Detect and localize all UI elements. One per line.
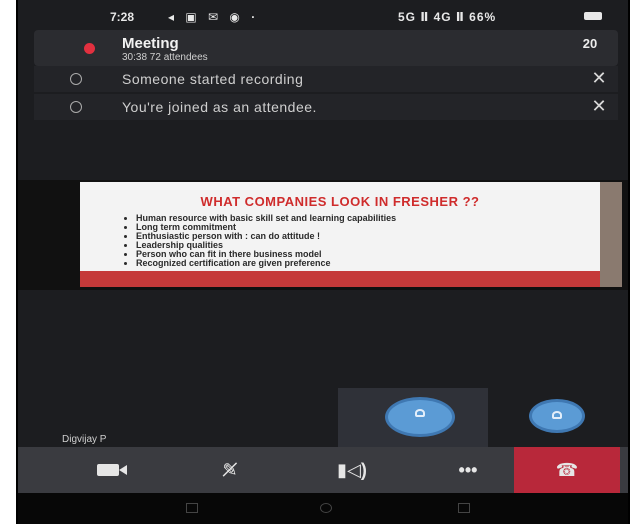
slide-bullet-list: Human resource with basic skill set and …: [126, 214, 556, 268]
phone-screen: 7:28 ◂ ▣ ✉ ◉ · 5G Ⅱ 4G Ⅱ 66% Meeting 30:…: [16, 0, 630, 524]
participant-tile[interactable]: [488, 388, 628, 448]
mic-off-icon: ✎̸: [222, 460, 238, 480]
status-bar: 7:28 ◂ ▣ ✉ ◉ · 5G Ⅱ 4G Ⅱ 66%: [18, 0, 628, 32]
android-nav-bar: [18, 493, 628, 524]
speaker-name: Digvijay P: [62, 434, 107, 445]
status-time: 7:28: [110, 10, 135, 24]
shared-slide: WHAT COMPANIES LOOK IN FRESHER ?? Human …: [80, 182, 622, 287]
participants-count: 20: [582, 36, 598, 51]
speaker-icon: ▮◁): [337, 460, 367, 480]
active-speaker-tile[interactable]: [338, 388, 488, 448]
info-icon: [70, 73, 82, 85]
recents-icon[interactable]: [186, 503, 198, 513]
hang-up-button[interactable]: ☎: [514, 447, 620, 493]
slide-edge: [600, 182, 622, 287]
notification-text: Someone started recording: [122, 71, 304, 87]
close-icon[interactable]: ✕: [590, 68, 608, 89]
slide-footer-bar: [80, 271, 600, 287]
notification-recording: Someone started recording ✕: [34, 66, 618, 92]
home-icon[interactable]: [320, 503, 332, 513]
status-icons: ◂ ▣ ✉ ◉ ·: [168, 10, 260, 24]
info-icon: [70, 101, 82, 113]
video-off-icon: [97, 464, 127, 476]
meeting-header[interactable]: Meeting 30:38 72 attendees 20: [34, 30, 618, 66]
slide-bullet: Recognized certification are given prefe…: [136, 259, 556, 268]
recording-dot-icon: [84, 43, 95, 54]
call-controls: ✎̸ ▮◁) ••• ☎: [18, 447, 628, 493]
meeting-duration-attendees: 30:38 72 attendees: [122, 52, 208, 63]
participants-button[interactable]: 20: [576, 36, 604, 60]
more-icon: •••: [458, 460, 478, 480]
meeting-title: Meeting: [122, 35, 179, 52]
slide-title: WHAT COMPANIES LOOK IN FRESHER ??: [200, 194, 480, 209]
notification-attendee: You're joined as an attendee. ✕: [34, 94, 618, 120]
shared-content-area[interactable]: WHAT COMPANIES LOOK IN FRESHER ?? Human …: [18, 180, 628, 290]
phone-hangup-icon: ☎: [555, 460, 579, 480]
camera-toggle-button[interactable]: [58, 447, 158, 493]
mic-toggle-button[interactable]: ✎̸: [180, 447, 280, 493]
avatar: [388, 400, 452, 434]
back-icon[interactable]: [458, 503, 470, 513]
notification-text: You're joined as an attendee.: [122, 99, 317, 115]
avatar: [532, 402, 582, 430]
battery-icon: [584, 12, 602, 20]
status-network-battery: 5G Ⅱ 4G Ⅱ 66%: [398, 10, 497, 24]
speaker-toggle-button[interactable]: ▮◁): [302, 447, 402, 493]
more-options-button[interactable]: •••: [418, 447, 518, 493]
close-icon[interactable]: ✕: [590, 96, 608, 117]
